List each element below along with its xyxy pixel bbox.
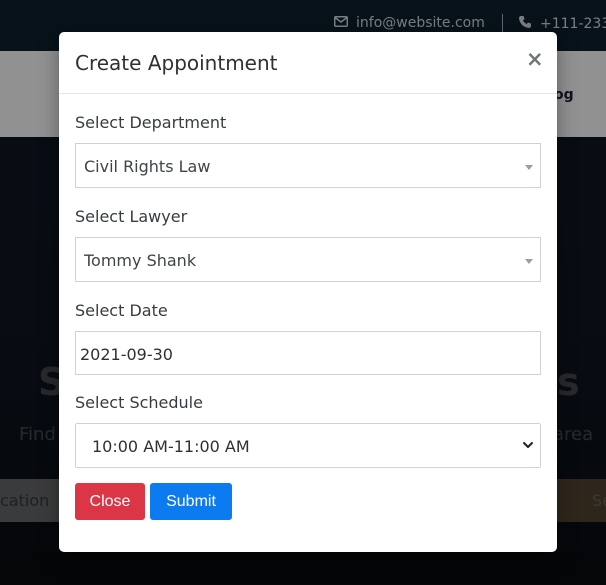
schedule-select[interactable]: 10:00 AM-11:00 AM xyxy=(75,423,541,468)
date-label: Select Date xyxy=(75,301,168,320)
schedule-label: Select Schedule xyxy=(75,393,203,412)
close-icon[interactable]: × xyxy=(526,49,544,70)
caret-down-icon xyxy=(525,165,533,170)
lawyer-select-value: Tommy Shank xyxy=(84,251,197,270)
date-input[interactable]: 2021-09-30 xyxy=(75,331,541,375)
caret-down-icon xyxy=(525,259,533,264)
schedule-select-value: 10:00 AM-11:00 AM xyxy=(92,437,250,456)
chevron-down-icon xyxy=(523,442,533,448)
submit-button[interactable]: Submit xyxy=(150,483,232,520)
close-button[interactable]: Close xyxy=(75,483,145,520)
department-label: Select Department xyxy=(75,113,227,132)
modal-header: Create Appointment × xyxy=(59,32,557,94)
date-input-value: 2021-09-30 xyxy=(80,345,173,364)
modal-title: Create Appointment xyxy=(75,51,278,75)
department-select[interactable]: Civil Rights Law xyxy=(75,143,541,188)
department-select-value: Civil Rights Law xyxy=(84,157,211,176)
lawyer-select[interactable]: Tommy Shank xyxy=(75,237,541,282)
lawyer-label: Select Lawyer xyxy=(75,207,188,226)
create-appointment-modal: Create Appointment × Select Department C… xyxy=(59,32,557,552)
